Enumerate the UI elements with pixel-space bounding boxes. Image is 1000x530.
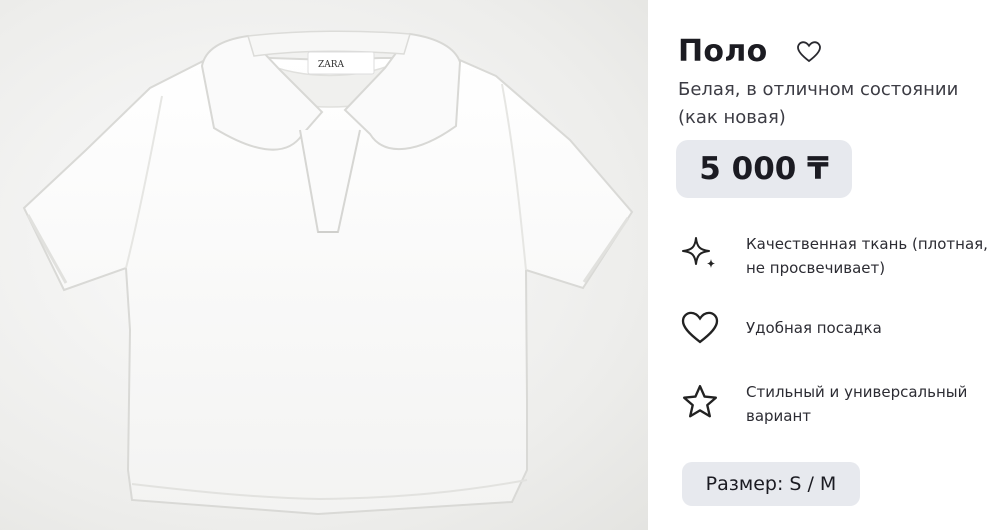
feature-item: Удобная посадка bbox=[678, 306, 882, 350]
listing-card: ZARA Поло Белая, в отличном состоянии (к… bbox=[0, 0, 1000, 530]
product-subtitle: Белая, в отличном состоянии (как новая) bbox=[678, 79, 959, 128]
feature-text: Удобная посадка bbox=[746, 319, 882, 337]
product-title: Поло bbox=[678, 34, 768, 69]
info-panel: Поло Белая, в отличном состоянии (как но… bbox=[648, 0, 1000, 530]
product-photo: ZARA bbox=[0, 0, 648, 530]
sparkle-icon bbox=[678, 232, 722, 276]
feature-text: Стильный и универсальный вариант bbox=[746, 383, 968, 425]
feature-text: Качественная ткань (плотная, не просвечи… bbox=[746, 235, 988, 277]
heart-icon bbox=[678, 306, 722, 350]
price-badge: 5 000 ₸ bbox=[676, 140, 852, 198]
favorite-heart-icon[interactable] bbox=[796, 39, 822, 65]
title-row: Поло bbox=[678, 34, 822, 69]
size-badge: Размер: S / M bbox=[682, 462, 860, 506]
label-brand-text: ZARA bbox=[318, 60, 345, 70]
star-icon bbox=[678, 380, 722, 424]
polo-shirt-image: ZARA bbox=[22, 30, 634, 516]
feature-item: Качественная ткань (плотная, не просвечи… bbox=[678, 232, 1000, 280]
feature-item: Стильный и универсальный вариант bbox=[678, 380, 1000, 428]
